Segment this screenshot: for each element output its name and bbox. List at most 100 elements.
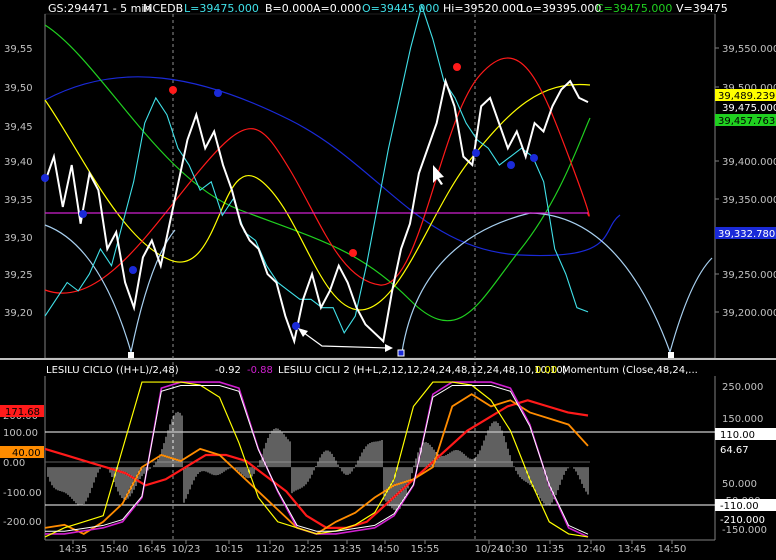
osc-label-white: 110.00 bbox=[720, 430, 755, 441]
price-panel bbox=[44, 13, 716, 359]
time-tick-label: 10:15 bbox=[215, 544, 244, 555]
arrow-head-icon bbox=[385, 344, 393, 352]
price-series-group bbox=[44, 3, 589, 345]
header-last: L=39475.000 bbox=[184, 2, 259, 15]
header-close: C=39475.000 bbox=[596, 2, 672, 15]
orange-line bbox=[44, 393, 589, 535]
header-ask: A=0.000 bbox=[313, 2, 361, 15]
time-tick-label: 12:25 bbox=[294, 544, 323, 555]
green-wave-line bbox=[44, 24, 591, 322]
osc-ind2-value: 0.00 bbox=[535, 365, 557, 376]
price-tick-label: 39,400.000 bbox=[722, 157, 776, 168]
price-tick-label: 39,45 bbox=[4, 122, 33, 133]
ciclo-magenta-line bbox=[45, 381, 589, 538]
blue-bottom-marker bbox=[214, 89, 222, 97]
blue-bottom-marker bbox=[507, 161, 515, 169]
lightblue-arc-right bbox=[401, 212, 713, 354]
header-source: MCEDB bbox=[143, 2, 183, 15]
price-tick-label: 39,50 bbox=[4, 83, 33, 94]
price-label-yellow: 39,489.239 bbox=[718, 91, 775, 102]
time-tick-label: 11:35 bbox=[536, 544, 565, 555]
red-top-marker bbox=[453, 63, 461, 71]
time-tick-label: 13:45 bbox=[618, 544, 647, 555]
price-indicators bbox=[44, 24, 713, 354]
osc-ind1-value2: -0.88 bbox=[247, 365, 273, 376]
time-axis-ticks: 14:35 15:40 16:45 10/23 10:15 11:20 12:25 13:35… bbox=[59, 540, 687, 555]
price-tick-label: 39,250.000 bbox=[722, 270, 776, 281]
price-left-ticks: 39,55 39,50 39,45 39,40 39,35 39,30 39,25 39,20 bbox=[4, 44, 33, 319]
time-tick-label: 14:50 bbox=[658, 544, 687, 555]
osc-ind1-value: -0.92 bbox=[215, 365, 241, 376]
time-tick-label: 10:30 bbox=[499, 544, 528, 555]
header-bar: GS:294471 - 5 min MCEDB L=39475.000 B=0.… bbox=[48, 2, 728, 15]
osc-tick-label: 150.000 bbox=[722, 414, 763, 425]
red-top-marker bbox=[349, 249, 357, 257]
time-tick-label: 13:35 bbox=[333, 544, 362, 555]
price-tick-label: 39,30 bbox=[4, 233, 33, 244]
blue-bottom-marker bbox=[129, 266, 137, 274]
osc-label-momentum: 64.67 bbox=[720, 445, 749, 456]
header-symbol: GS:294471 - 5 min bbox=[48, 2, 151, 15]
time-tick-label: 14:35 bbox=[59, 544, 88, 555]
header-low: Lo=39395.000 bbox=[520, 2, 601, 15]
cycle-markers bbox=[41, 63, 674, 358]
osc-tick-label: 0.00 bbox=[3, 458, 25, 469]
blue-bottom-marker bbox=[472, 149, 480, 157]
osc-tick-label: 100.00 bbox=[3, 428, 38, 439]
osc-series-group bbox=[44, 381, 589, 538]
osc-tick-label: 250.000 bbox=[722, 382, 763, 393]
cicli2-yellow-line bbox=[44, 381, 589, 538]
header-open: O=39445.000 bbox=[362, 2, 439, 15]
osc-label-bottom: -210.000 bbox=[720, 515, 765, 526]
red-top-marker bbox=[169, 86, 177, 94]
price-tick-label: 39,200.000 bbox=[722, 308, 776, 319]
price-right-ticks: 39,550.00039,500.00039,400.00039,350.000… bbox=[715, 44, 776, 319]
price-tick-label: 39,40 bbox=[4, 157, 33, 168]
momentum-red-line bbox=[44, 399, 589, 529]
osc-label-red: 171.68 bbox=[5, 407, 40, 418]
osc-label-orange: 40.00 bbox=[12, 448, 41, 459]
blue-bottom-marker bbox=[79, 210, 87, 218]
blue-bottom-marker bbox=[530, 154, 538, 162]
cycle-low-marker bbox=[397, 349, 405, 357]
price-tick-label: 39,20 bbox=[4, 308, 33, 319]
osc-ind1-label: LESILU CICLO ((H+L)/2,48) bbox=[46, 365, 179, 376]
time-tick-label: 12:40 bbox=[577, 544, 606, 555]
header-bid: B=0.000 bbox=[265, 2, 313, 15]
time-tick-label: 15:55 bbox=[411, 544, 440, 555]
time-tick-label: 10/23 bbox=[172, 544, 201, 555]
osc-ind3-label: Momentum (Close,48,24,... bbox=[562, 365, 698, 376]
chart-window: GS:294471 - 5 min MCEDB L=39475.000 B=0.… bbox=[0, 0, 776, 556]
osc-ind2-label: LESILU CICLI 2 (H+L,2,12,12,24,24,48,12,… bbox=[278, 365, 567, 376]
header-volume: V=39475 bbox=[676, 2, 728, 15]
cycle-low-marker bbox=[128, 352, 134, 358]
price-tick-label: 39,55 bbox=[4, 44, 33, 55]
blue-wave-line bbox=[44, 76, 621, 257]
osc-tick-label: -150.000 bbox=[722, 525, 767, 536]
price-label-last: 39,475.000 bbox=[722, 103, 776, 114]
time-tick-label: 16:45 bbox=[138, 544, 167, 555]
osc-side-labels: 171.68 40.00 110.00 64.67 -110.00 -210.0… bbox=[0, 405, 776, 526]
blue-bottom-marker bbox=[41, 174, 49, 182]
price-tick-label: 39,350.000 bbox=[722, 195, 776, 206]
price-label-blue: 39,332.780 bbox=[718, 229, 775, 240]
price-tick-label: 39,25 bbox=[4, 270, 33, 281]
osc-right-ticks: 250.000150.00050.000-50.000-150.000 bbox=[722, 382, 767, 536]
chart-canvas[interactable]: GS:294471 - 5 min MCEDB L=39475.000 B=0.… bbox=[0, 0, 776, 556]
osc-left-ticks: 200.00100.000.00-100.00-200.00 bbox=[3, 411, 42, 528]
time-tick-label: 14:50 bbox=[371, 544, 400, 555]
oscillator-header: LESILU CICLO ((H+L)/2,48) -0.92 -0.88 LE… bbox=[46, 365, 698, 376]
osc-tick-label: -200.00 bbox=[3, 517, 42, 528]
cycle-low-marker bbox=[668, 352, 674, 358]
price-tick-label: 39,550.000 bbox=[722, 44, 776, 55]
time-tick-label: 11:20 bbox=[256, 544, 285, 555]
price-label-green: 39,457.763 bbox=[718, 116, 775, 127]
price-tick-label: 39,35 bbox=[4, 195, 33, 206]
red-wave-line bbox=[44, 57, 590, 294]
osc-tick-label: -100.00 bbox=[3, 488, 42, 499]
time-tick-label: 15:40 bbox=[100, 544, 129, 555]
osc-tick-label: 50.000 bbox=[722, 479, 757, 490]
header-high: Hi=39520.000 bbox=[443, 2, 523, 15]
yellow-wave-line bbox=[44, 83, 591, 311]
arrow-head-icon bbox=[298, 328, 308, 337]
